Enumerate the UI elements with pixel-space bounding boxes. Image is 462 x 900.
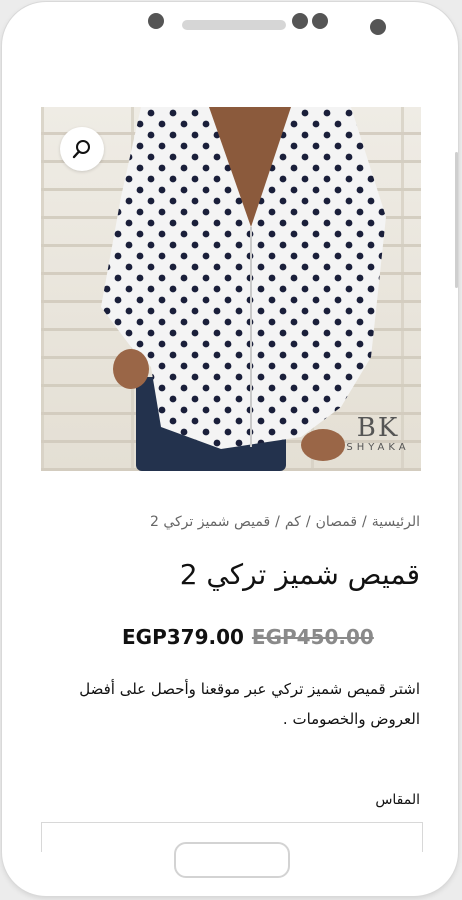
- product-price: EGP379.00 EGP450.00: [122, 625, 374, 649]
- product-image[interactable]: BK SHYAKA: [41, 107, 421, 471]
- front-camera-icon: [370, 19, 386, 35]
- search-icon: [72, 140, 90, 159]
- home-button[interactable]: [174, 842, 290, 878]
- breadcrumb-home[interactable]: الرئيسية: [372, 514, 420, 530]
- brand-watermark: BK SHYAKA: [346, 413, 410, 453]
- product-title: قميص شميز تركي 2: [179, 558, 420, 591]
- breadcrumb-current: قميص شميز تركي 2: [149, 514, 271, 530]
- regular-price: EGP450.00: [251, 625, 374, 649]
- camera-icon: [148, 13, 164, 29]
- sensor-icon: [292, 13, 308, 29]
- speaker-grille: [182, 20, 286, 30]
- zoom-button[interactable]: [60, 127, 104, 171]
- sale-price: EGP379.00: [122, 625, 244, 649]
- breadcrumb-subcategory[interactable]: كم: [285, 514, 301, 530]
- side-button: [455, 152, 458, 288]
- sensor-icon: [312, 13, 328, 29]
- product-description: اشتر قميص شميز تركي عبر موقعنا وأحصل على…: [79, 680, 420, 728]
- breadcrumb-category[interactable]: قمصان: [316, 514, 357, 530]
- phone-frame: BK SHYAKA الرئيسية/قمصان/كم/قميص شميز تر…: [2, 2, 458, 896]
- breadcrumb: الرئيسية/قمصان/كم/قميص شميز تركي 2: [149, 514, 420, 530]
- screen: BK SHYAKA الرئيسية/قمصان/كم/قميص شميز تر…: [24, 74, 442, 852]
- size-label: المقاس: [375, 792, 420, 808]
